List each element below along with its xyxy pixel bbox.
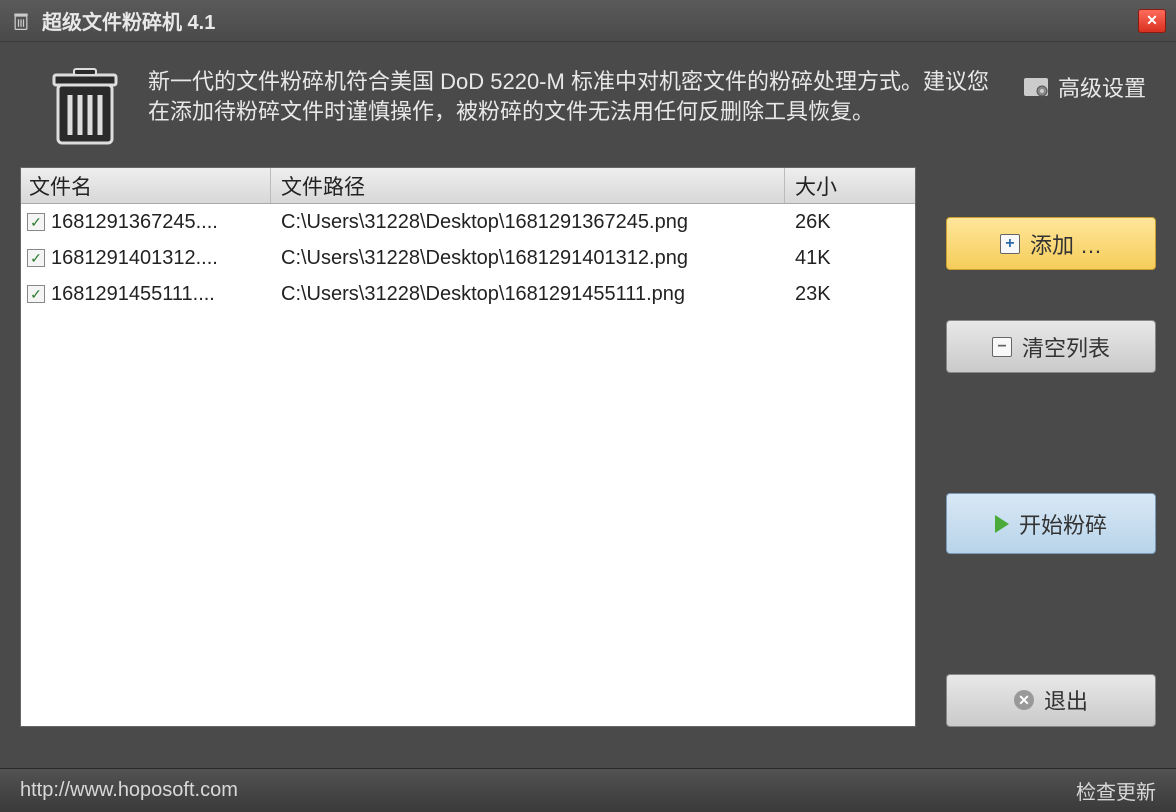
- add-button[interactable]: + 添加 …: [946, 217, 1156, 270]
- table-row[interactable]: ✓ 1681291401312.... C:\Users\31228\Deskt…: [21, 240, 915, 276]
- close-button[interactable]: ✕: [1138, 9, 1166, 33]
- start-button-label: 开始粉碎: [1019, 508, 1107, 540]
- row-filepath: C:\Users\31228\Desktop\1681291367245.png: [271, 211, 785, 234]
- trash-large-icon: [50, 67, 120, 147]
- table-body: ✓ 1681291367245.... C:\Users\31228\Deskt…: [21, 204, 915, 726]
- minus-icon: −: [992, 337, 1012, 357]
- side-buttons: + 添加 … − 清空列表 开始粉碎 ✕ 退出: [916, 167, 1156, 727]
- file-list: 文件名 文件路径 大小 ✓ 1681291367245.... C:\Users…: [20, 167, 916, 727]
- row-checkbox[interactable]: ✓: [27, 213, 45, 231]
- start-button[interactable]: 开始粉碎: [946, 493, 1156, 554]
- clear-button[interactable]: − 清空列表: [946, 320, 1156, 373]
- advanced-settings-button[interactable]: 高级设置: [1022, 67, 1146, 103]
- titlebar: 超级文件粉碎机 4.1 ✕: [0, 0, 1176, 42]
- row-checkbox[interactable]: ✓: [27, 249, 45, 267]
- advanced-settings-label: 高级设置: [1058, 71, 1146, 103]
- play-icon: [995, 515, 1009, 533]
- header-section: 新一代的文件粉碎机符合美国 DoD 5220-M 标准中对机密文件的粉碎处理方式…: [0, 42, 1176, 167]
- app-title: 超级文件粉碎机 4.1: [42, 6, 215, 35]
- table-header: 文件名 文件路径 大小: [21, 168, 915, 204]
- row-checkbox[interactable]: ✓: [27, 285, 45, 303]
- exit-button-label: 退出: [1044, 684, 1088, 716]
- clear-button-label: 清空列表: [1022, 331, 1110, 363]
- cancel-icon: ✕: [1014, 690, 1034, 710]
- settings-icon: [1022, 76, 1050, 98]
- row-filesize: 23K: [785, 283, 915, 306]
- row-filesize: 41K: [785, 247, 915, 270]
- website-link[interactable]: http://www.hoposoft.com: [20, 779, 238, 802]
- add-button-label: 添加 …: [1030, 228, 1102, 260]
- column-header-path[interactable]: 文件路径: [271, 168, 785, 203]
- main-area: 文件名 文件路径 大小 ✓ 1681291367245.... C:\Users…: [0, 167, 1176, 727]
- row-filesize: 26K: [785, 211, 915, 234]
- trash-icon: [10, 10, 32, 32]
- row-filepath: C:\Users\31228\Desktop\1681291455111.png: [271, 283, 785, 306]
- check-update-link[interactable]: 检查更新: [1076, 776, 1156, 805]
- row-filename: 1681291455111....: [51, 283, 271, 306]
- plus-icon: +: [1000, 234, 1020, 254]
- column-header-size[interactable]: 大小: [785, 168, 915, 203]
- table-row[interactable]: ✓ 1681291455111.... C:\Users\31228\Deskt…: [21, 276, 915, 312]
- footer: http://www.hoposoft.com 检查更新: [0, 768, 1176, 812]
- table-row[interactable]: ✓ 1681291367245.... C:\Users\31228\Deskt…: [21, 204, 915, 240]
- description-text: 新一代的文件粉碎机符合美国 DoD 5220-M 标准中对机密文件的粉碎处理方式…: [148, 67, 1022, 126]
- row-filename: 1681291367245....: [51, 211, 271, 234]
- row-filepath: C:\Users\31228\Desktop\1681291401312.png: [271, 247, 785, 270]
- exit-button[interactable]: ✕ 退出: [946, 674, 1156, 727]
- column-header-name[interactable]: 文件名: [21, 168, 271, 203]
- row-filename: 1681291401312....: [51, 247, 271, 270]
